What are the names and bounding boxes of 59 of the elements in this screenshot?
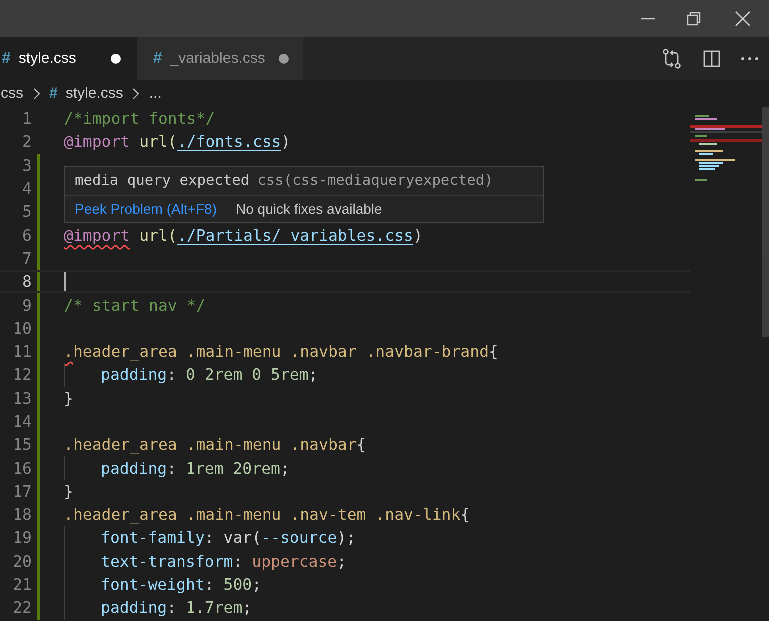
line-number: 15	[12, 435, 32, 454]
breadcrumb-item[interactable]: style.css	[66, 85, 124, 102]
editor-tab[interactable]: # style.css	[0, 37, 138, 80]
line-number: 14	[12, 412, 32, 431]
code-line: .header_area .main-menu .navbar{	[64, 435, 366, 454]
code-line: .header_area .main-menu .nav-tem .nav-link{	[64, 505, 470, 524]
compare-changes-icon[interactable]	[661, 48, 683, 70]
line-number: 7	[22, 248, 32, 268]
more-actions-icon[interactable]	[741, 56, 759, 60]
css-file-icon: #	[153, 50, 162, 68]
breadcrumb-item[interactable]: ...	[149, 85, 162, 102]
line-number: 20	[12, 552, 32, 571]
line-number: 5	[22, 202, 32, 222]
code-line: padding: 0 2rem 0 5rem;	[101, 365, 318, 384]
line-number: 10	[12, 318, 32, 338]
minimize-icon[interactable]	[641, 18, 655, 20]
line-number: 19	[12, 528, 32, 548]
error-message: media query expected	[75, 173, 250, 189]
code-line: @import url(./fonts.css)	[64, 132, 291, 152]
text-cursor	[64, 272, 66, 292]
error-source: css(css-mediaqueryexpected)	[258, 173, 494, 189]
line-number: 18	[12, 505, 32, 524]
quick-fix-note: No quick fixes available	[236, 201, 382, 217]
peek-problem-link[interactable]: Peek Problem (Alt+F8)	[75, 201, 217, 217]
split-editor-icon[interactable]	[703, 50, 721, 68]
restore-icon[interactable]	[687, 12, 701, 26]
line-number: 22	[12, 598, 32, 618]
line-number: 9	[22, 296, 32, 315]
code-line: font-family: var(--source);	[101, 528, 356, 548]
line-number: 2	[22, 132, 32, 152]
breadcrumb-item[interactable]: css	[1, 85, 24, 102]
chevron-right-icon	[32, 88, 40, 100]
code-line: padding: 1rem 20rem;	[101, 458, 290, 478]
close-icon[interactable]	[735, 10, 751, 26]
code-line: /*import fonts*/	[64, 109, 216, 128]
line-number: 13	[12, 388, 32, 408]
code-line: .header_area .main-menu .navbar .navbar-brand{	[64, 342, 498, 362]
editor-tab[interactable]: # _variables.css	[137, 37, 304, 80]
scrollbar-thumb[interactable]	[762, 107, 769, 337]
code-line: font-weight: 500;	[101, 575, 262, 594]
line-number: 11	[12, 342, 32, 362]
line-number: 12	[12, 365, 32, 384]
line-number: 21	[12, 575, 32, 594]
code-line: /* start nav */	[64, 296, 206, 315]
code-line: }	[64, 388, 74, 408]
line-number: 1	[22, 109, 32, 128]
line-number: 6	[22, 226, 32, 245]
code-line: @import url(./Partials/_variables.css)	[64, 226, 423, 245]
css-file-icon: #	[2, 50, 11, 68]
css-file-icon: #	[50, 85, 58, 102]
line-number: 16	[12, 458, 32, 478]
line-number: 17	[12, 482, 32, 501]
line-number: 4	[22, 179, 32, 198]
chevron-right-icon	[132, 88, 140, 100]
code-line: }	[64, 482, 74, 501]
line-number: 3	[22, 156, 32, 175]
code-line: padding: 1.7rem;	[101, 598, 252, 618]
line-number: 8	[22, 272, 32, 292]
code-line: text-transform: uppercase;	[101, 552, 347, 571]
